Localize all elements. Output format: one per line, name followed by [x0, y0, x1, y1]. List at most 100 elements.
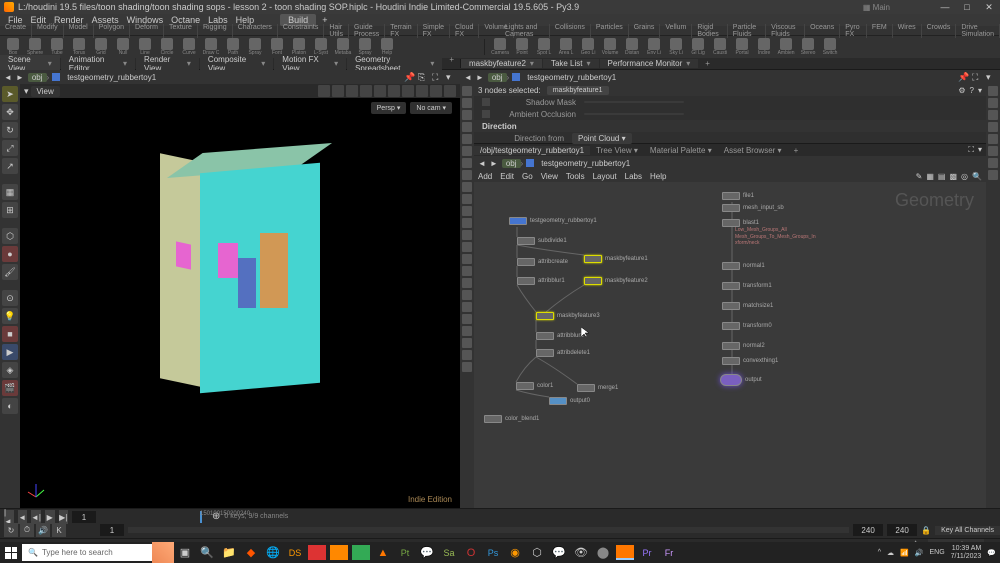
display-icon-17[interactable]	[462, 278, 472, 288]
pane-tab-maskbyfeature2[interactable]: maskbyfeature2 ▾	[461, 59, 542, 68]
net-tool-4[interactable]: ▩	[949, 172, 957, 181]
add-network-tab[interactable]: +	[788, 146, 805, 155]
net-display-1[interactable]	[988, 86, 998, 96]
shelf-tab-rigid-bodies[interactable]: Rigid Bodies	[692, 24, 727, 38]
display-icon-24[interactable]	[462, 362, 472, 372]
pane-tab-take-list[interactable]: Take List ▾	[543, 59, 599, 68]
vlc-icon[interactable]: ▲	[372, 542, 394, 563]
play-button[interactable]: ▶	[45, 510, 55, 524]
material-palette-tab[interactable]: Material Palette ▾	[644, 146, 718, 155]
shelf-tab-cloud-fx[interactable]: Cloud FX	[450, 24, 479, 38]
maximize-button[interactable]: □	[960, 0, 974, 14]
shelf-tool-indirect-light[interactable]: Indire	[753, 38, 775, 56]
end-frame-input[interactable]	[853, 524, 883, 536]
display-icon-3[interactable]	[462, 110, 472, 120]
display-icon-4[interactable]	[462, 122, 472, 132]
shelf-tool-curve[interactable]: Curve	[178, 38, 200, 56]
view-icon-10[interactable]	[444, 85, 456, 97]
network-menu-icon[interactable]: ▾	[978, 145, 982, 155]
app-icon-orange[interactable]	[330, 545, 348, 560]
shelf-tool-gi-light[interactable]: GI Lig	[687, 38, 709, 56]
shelf-tab-texture[interactable]: Texture	[164, 24, 198, 38]
explorer-icon[interactable]: 📁	[218, 542, 240, 563]
tray-wifi-icon[interactable]: 📶	[900, 549, 909, 557]
node-menu-view[interactable]: View	[541, 172, 558, 181]
ps-icon[interactable]: Ps	[482, 542, 504, 563]
pane-tab-performance-monitor[interactable]: Performance Monitor ▾	[600, 59, 699, 68]
node-maskbyfeature1[interactable]: maskbyfeature1	[584, 255, 648, 263]
node-maskbyfeature3[interactable]: maskbyfeature3	[536, 312, 600, 320]
app-icon-3[interactable]: 💬	[548, 542, 570, 563]
node-file1[interactable]: file1	[722, 192, 754, 200]
node-attribcreate[interactable]: attribcreate	[517, 258, 568, 266]
shelf-tab-lights-and-cameras[interactable]: Lights and Cameras	[500, 24, 550, 38]
display-icon-6[interactable]	[462, 146, 472, 156]
display-icon-11[interactable]	[462, 206, 472, 216]
task-view-icon[interactable]: ▣	[174, 542, 196, 563]
prev-frame-button[interactable]: ◄	[18, 510, 28, 524]
display-icon-8[interactable]	[462, 170, 472, 180]
range-end-input[interactable]	[887, 524, 917, 536]
node-menu-go[interactable]: Go	[522, 172, 533, 181]
net-tool-6[interactable]: 🔍	[972, 172, 982, 181]
shelf-tab-rigging[interactable]: Rigging	[198, 24, 233, 38]
stop-tool[interactable]: ■	[2, 326, 18, 342]
tray-chevron-icon[interactable]: ^	[878, 549, 881, 556]
display-icon-21[interactable]	[462, 326, 472, 336]
node-merge1[interactable]: merge1	[577, 384, 618, 392]
path-geo[interactable]: testgeometry_rubbertoy1	[63, 73, 160, 82]
app-icon-2[interactable]: ⬡	[526, 542, 548, 563]
persp-dropdown[interactable]: Persp ▾	[371, 102, 407, 114]
display-icon-18[interactable]	[462, 290, 472, 300]
key-channels-button[interactable]: Key All Channels	[935, 526, 1000, 535]
light-tool[interactable]: 💡	[2, 308, 18, 324]
shelf-tab-particle-fluids[interactable]: Particle Fluids	[728, 24, 766, 38]
node-menu-add[interactable]: Add	[478, 172, 492, 181]
whatsapp-icon[interactable]: 💬	[416, 542, 438, 563]
node-attribblur1[interactable]: attribblur1	[517, 277, 565, 285]
move-tool[interactable]: ✥	[2, 104, 18, 120]
display-icon-23[interactable]	[462, 350, 472, 360]
path-back-icon[interactable]: ◄	[4, 73, 12, 82]
shelf-tool-geo-light[interactable]: Geo Li	[577, 38, 599, 56]
viz-tool[interactable]: ◐	[2, 398, 18, 414]
display-icon-7[interactable]	[462, 158, 472, 168]
node-output0[interactable]: output0	[549, 397, 590, 405]
rotate-tool[interactable]: ↻	[2, 122, 18, 138]
pane-menu-icon[interactable]: ▾	[986, 72, 996, 82]
tray-lang[interactable]: ENG	[929, 549, 944, 556]
close-button[interactable]: ✕	[982, 0, 996, 14]
display-icon-9[interactable]	[462, 182, 472, 192]
viewport-3d[interactable]: Persp ▾ No cam ▾ Indie Edition	[20, 98, 460, 508]
shelf-tool-circle[interactable]: Circle	[156, 38, 178, 56]
shelf-tool-l-system[interactable]: L-Syst	[310, 38, 332, 56]
display-icon-2[interactable]	[462, 98, 472, 108]
path-back-icon[interactable]: ◄	[464, 73, 472, 82]
current-frame-input[interactable]	[72, 511, 96, 523]
next-frame-button[interactable]: ▶|	[59, 510, 69, 524]
node-blast1[interactable]: blast1	[722, 219, 759, 227]
view-icon-6[interactable]	[388, 85, 400, 97]
sa-icon[interactable]: Sa	[438, 542, 460, 563]
node-attribdelete1[interactable]: attribdelete1	[536, 349, 590, 357]
arrow-tool[interactable]: ↗	[2, 158, 18, 174]
path-forward-icon[interactable]: ►	[490, 159, 498, 168]
shelf-tool-torus[interactable]: Torus	[68, 38, 90, 56]
path-back-icon[interactable]: ◄	[478, 159, 486, 168]
shelf-tab-polygon[interactable]: Polygon	[94, 24, 130, 38]
houdini-task-icon[interactable]	[616, 545, 634, 560]
shelf-tab-constraints[interactable]: Constraints	[278, 24, 324, 38]
view-icon-3[interactable]	[346, 85, 358, 97]
path-obj[interactable]: obj	[488, 73, 507, 82]
snap2-tool[interactable]: ⊞	[2, 202, 18, 218]
net-display-2[interactable]	[988, 98, 998, 108]
shelf-tab-hair-utils[interactable]: Hair Utils	[324, 24, 349, 38]
shelf-tool-spray-paint[interactable]: Spray	[244, 38, 266, 56]
node-convexthing1[interactable]: convexthing1	[722, 357, 778, 365]
view-icon-1[interactable]	[318, 85, 330, 97]
record-tool[interactable]: ●	[2, 246, 18, 262]
display-icon-19[interactable]	[462, 302, 472, 312]
view-icon-7[interactable]	[402, 85, 414, 97]
shelf-tool-null[interactable]: Null	[112, 38, 134, 56]
node-menu-edit[interactable]: Edit	[500, 172, 514, 181]
